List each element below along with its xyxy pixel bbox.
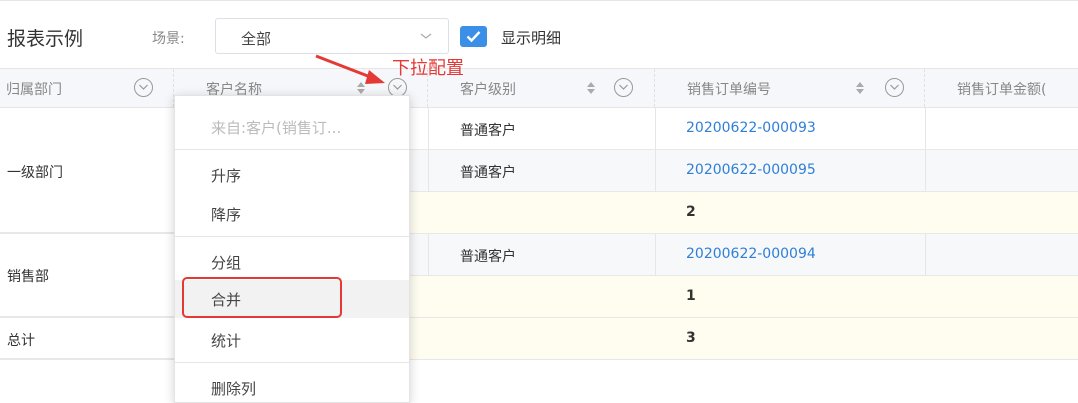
menu-item-label: 统计 bbox=[211, 332, 242, 350]
menu-item-label: 分组 bbox=[211, 254, 242, 272]
scene-select-value: 全部 bbox=[241, 30, 272, 48]
scene-select[interactable]: 全部 bbox=[215, 18, 449, 54]
header-label: 归属部门 bbox=[6, 82, 62, 98]
column-dropdown-icon[interactable] bbox=[134, 78, 153, 97]
column-dropdown-icon[interactable] bbox=[885, 78, 904, 97]
level-cell: 普通客户 bbox=[460, 165, 516, 181]
show-detail-checkbox[interactable] bbox=[460, 26, 487, 47]
header-order-no[interactable]: 销售订单编号 bbox=[655, 69, 925, 107]
dept-cell: 一级部门 bbox=[7, 165, 63, 181]
header-label: 客户级别 bbox=[460, 82, 516, 98]
column-divider bbox=[655, 234, 656, 276]
order-link[interactable]: 20200622-000094 bbox=[686, 246, 816, 262]
menu-divider bbox=[175, 149, 409, 150]
merge-highlight-box bbox=[182, 277, 342, 318]
total-count: 3 bbox=[686, 330, 696, 346]
scene-label: 场景: bbox=[152, 31, 185, 47]
menu-item-label: 来自:客户(销售订... bbox=[211, 119, 342, 137]
menu-item-group[interactable]: 分组 bbox=[175, 243, 409, 279]
header-label: 销售订单金额( bbox=[957, 82, 1047, 98]
sort-icon[interactable] bbox=[855, 81, 865, 95]
sort-icon[interactable] bbox=[586, 81, 596, 95]
chevron-down-icon bbox=[420, 33, 432, 39]
menu-item-delete-column[interactable]: 删除列 bbox=[175, 369, 409, 403]
column-divider bbox=[428, 108, 429, 192]
column-divider bbox=[925, 234, 926, 276]
table-header: 归属部门 客户名称 客户级别 销售订单编号 销售订单金额( bbox=[0, 68, 1078, 108]
toolbar: 报表示例 场景: 全部 显示明细 bbox=[0, 0, 1078, 68]
menu-item-stat[interactable]: 统计 bbox=[175, 321, 409, 357]
level-cell: 普通客户 bbox=[460, 249, 516, 265]
menu-item-label: 降序 bbox=[211, 206, 242, 224]
dept-cell: 销售部 bbox=[7, 269, 49, 285]
order-link[interactable]: 20200622-000095 bbox=[686, 162, 816, 178]
check-icon bbox=[466, 31, 481, 43]
header-label: 销售订单编号 bbox=[687, 82, 771, 98]
menu-divider bbox=[175, 236, 409, 237]
column-dropdown-icon[interactable] bbox=[614, 78, 633, 97]
column-divider bbox=[655, 108, 656, 192]
column-divider bbox=[428, 234, 429, 276]
menu-item-label: 删除列 bbox=[211, 380, 257, 398]
subtotal-count: 1 bbox=[686, 288, 696, 304]
header-order-amount[interactable]: 销售订单金额( bbox=[925, 69, 1078, 107]
menu-item-asc[interactable]: 升序 bbox=[175, 156, 409, 192]
header-dept[interactable]: 归属部门 bbox=[0, 69, 174, 107]
menu-item-desc[interactable]: 降序 bbox=[175, 195, 409, 231]
column-dropdown-menu: 来自:客户(销售订... 升序 降序 分组 合并 统计 删除列 bbox=[174, 95, 410, 403]
annotation-label: 下拉配置 bbox=[392, 58, 464, 79]
report-title: 报表示例 bbox=[7, 28, 84, 50]
order-link[interactable]: 20200622-000093 bbox=[686, 120, 816, 136]
column-divider bbox=[925, 108, 926, 192]
total-label: 总计 bbox=[7, 333, 35, 349]
menu-item-label: 升序 bbox=[211, 167, 242, 185]
annotation-arrow-icon bbox=[315, 54, 385, 84]
show-detail-label: 显示明细 bbox=[501, 29, 562, 47]
subtotal-count: 2 bbox=[686, 204, 696, 220]
menu-divider bbox=[175, 362, 409, 363]
menu-item-source: 来自:客户(销售订... bbox=[175, 108, 409, 144]
level-cell: 普通客户 bbox=[460, 123, 516, 139]
